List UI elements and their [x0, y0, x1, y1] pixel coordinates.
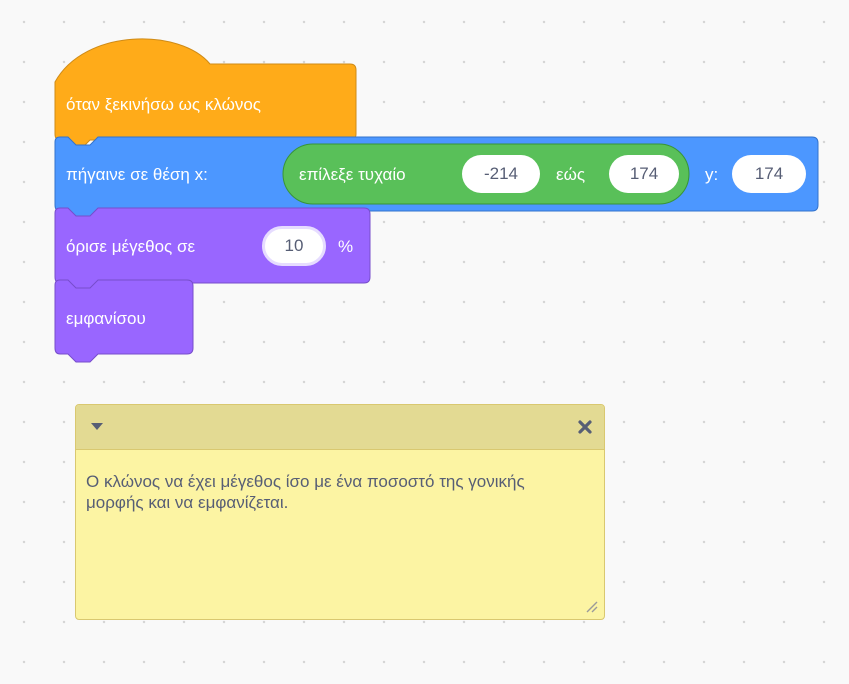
comment-header[interactable] [76, 405, 604, 450]
go-to-label: πήγαινε σε θέση x: [66, 165, 208, 184]
set-size-label: όρισε μέγεθος σε [66, 237, 196, 256]
size-input[interactable]: 10 [262, 226, 326, 266]
random-to-input[interactable]: 174 [609, 155, 679, 193]
hat-block-label: όταν ξεκινήσω ως κλώνος [66, 95, 262, 114]
random-to-label: εώς [556, 165, 586, 184]
workspace-comment[interactable]: Ο κλώνος να έχει μέγεθος ίσο με ένα ποσο… [75, 404, 605, 620]
y-input[interactable]: 174 [732, 155, 806, 193]
close-icon[interactable] [576, 418, 594, 436]
when-start-as-clone-hat-block[interactable] [54, 38, 357, 149]
resize-handle-icon[interactable] [584, 599, 598, 613]
collapse-arrow-icon[interactable] [90, 421, 104, 433]
pick-random-label: επίλεξε τυχαίο [299, 165, 406, 184]
comment-text[interactable]: Ο κλώνος να έχει μέγεθος ίσο με ένα ποσο… [86, 471, 526, 513]
show-block-label: εμφανίσου [66, 309, 146, 328]
percent-label: % [338, 237, 354, 256]
random-from-input[interactable]: -214 [462, 155, 540, 193]
code-workspace[interactable]: όταν ξεκινήσω ως κλώνος πήγαινε σε θέση … [0, 0, 849, 684]
y-label: y: [705, 165, 719, 184]
